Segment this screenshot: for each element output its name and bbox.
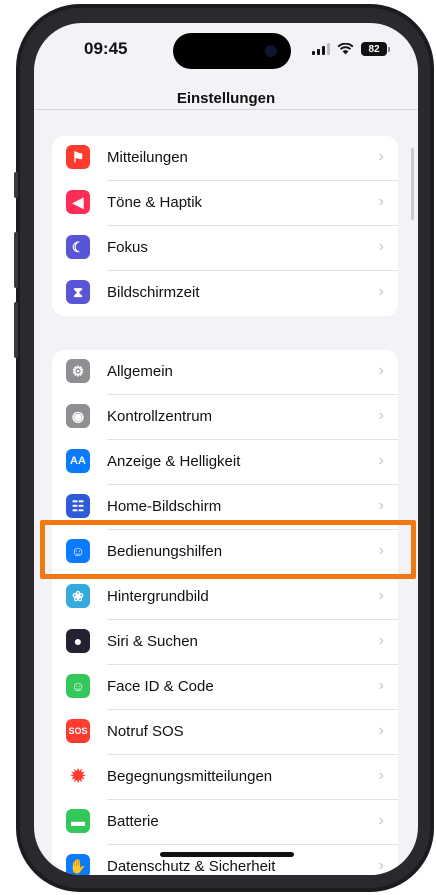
chevron-right-icon: › (378, 283, 384, 300)
settings-group-2: ⚙ Allgemein › ◉ Kontrollzentrum › AA Anzeige & … (52, 350, 398, 875)
home-indicator[interactable] (160, 852, 294, 857)
settings-row-label: Anzeige & Helligkeit (107, 453, 241, 470)
settings-row-focus-moon[interactable]: ☾ Fokus › (52, 226, 398, 271)
chevron-right-icon: › (378, 452, 384, 469)
nav-divider (34, 109, 418, 110)
settings-row-label: Siri & Suchen (107, 633, 198, 650)
chevron-right-icon: › (378, 677, 384, 694)
volume-up-button (14, 232, 18, 288)
settings-row-privacy-hand[interactable]: ✋ Datenschutz & Sicherheit › (52, 845, 398, 875)
settings-row-exposure-notifications[interactable]: ✹ Begegnungsmitteilungen › (52, 755, 398, 800)
notifications-icon: ⚑ (66, 145, 90, 169)
settings-row-label: Hintergrundbild (107, 588, 209, 605)
chevron-right-icon: › (378, 857, 384, 874)
sos-icon: SOS (66, 719, 90, 743)
general-gear-icon: ⚙ (66, 359, 90, 383)
home-screen-icon: ☷ (66, 494, 90, 518)
settings-row-wallpaper[interactable]: ❀ Hintergrundbild › (52, 575, 398, 620)
chevron-right-icon: › (378, 767, 384, 784)
siri-icon: ● (66, 629, 90, 653)
chevron-right-icon: › (378, 362, 384, 379)
settings-row-label: Notruf SOS (107, 723, 184, 740)
highlight-box (40, 520, 416, 579)
settings-row-general-gear[interactable]: ⚙ Allgemein › (52, 350, 398, 395)
exposure-notifications-icon: ✹ (66, 764, 90, 788)
settings-row-display-brightness[interactable]: AA Anzeige & Helligkeit › (52, 440, 398, 485)
scrollbar[interactable] (411, 148, 414, 220)
settings-row-label: Allgemein (107, 363, 173, 380)
display-brightness-icon: AA (66, 449, 90, 473)
settings-row-sos[interactable]: SOS Notruf SOS › (52, 710, 398, 755)
chevron-right-icon: › (378, 587, 384, 604)
dynamic-island (173, 33, 291, 69)
settings-row-screen-time-hourglass[interactable]: ⧗ Bildschirmzeit › (52, 271, 398, 316)
signal-icon (312, 43, 330, 55)
screen-time-hourglass-icon: ⧗ (66, 280, 90, 304)
chevron-right-icon: › (378, 812, 384, 829)
status-time: 09:45 (84, 39, 128, 58)
settings-row-label: Home-Bildschirm (107, 498, 222, 515)
settings-row-label: Datenschutz & Sicherheit (107, 858, 276, 875)
camera-icon (265, 45, 277, 57)
settings-group-1: ⚑ Mitteilungen › ◀ Töne & Haptik › ☾ Fokus › ⧗ Bil… (52, 136, 398, 316)
battery-level: 82 (361, 42, 387, 56)
settings-row-battery[interactable]: ▬ Batterie › (52, 800, 398, 845)
settings-row-sounds[interactable]: ◀ Töne & Haptik › (52, 181, 398, 226)
volume-down-button (14, 302, 18, 358)
settings-row-label: Töne & Haptik (107, 194, 203, 211)
settings-row-label: Batterie (107, 813, 159, 830)
settings-row-label: Fokus (107, 239, 148, 256)
settings-row-notifications[interactable]: ⚑ Mitteilungen › (52, 136, 398, 181)
status-icons: 82 (312, 42, 390, 56)
wifi-icon (337, 43, 354, 55)
settings-row-label: Mitteilungen (107, 149, 188, 166)
chevron-right-icon: › (378, 722, 384, 739)
status-bar: 09:45 82 (34, 23, 418, 73)
navigation-bar: Einstellungen (34, 85, 418, 117)
settings-row-siri[interactable]: ● Siri & Suchen › (52, 620, 398, 665)
settings-row-label: Kontrollzentrum (107, 408, 213, 425)
sounds-icon: ◀ (66, 190, 90, 214)
focus-moon-icon: ☾ (66, 235, 90, 259)
chevron-right-icon: › (378, 497, 384, 514)
chevron-right-icon: › (378, 148, 384, 165)
control-center-icon: ◉ (66, 404, 90, 428)
settings-row-label: Bildschirmzeit (107, 284, 200, 301)
action-button (14, 172, 18, 198)
chevron-right-icon: › (378, 193, 384, 210)
face-id-icon: ☺ (66, 674, 90, 698)
battery-icon: ▬ (66, 809, 90, 833)
settings-row-label: Begegnungsmitteilungen (107, 768, 273, 785)
settings-row-label: Face ID & Code (107, 678, 214, 695)
chevron-right-icon: › (378, 632, 384, 649)
wallpaper-icon: ❀ (66, 584, 90, 608)
chevron-right-icon: › (378, 238, 384, 255)
settings-row-control-center[interactable]: ◉ Kontrollzentrum › (52, 395, 398, 440)
chevron-right-icon: › (378, 407, 384, 424)
screen: 09:45 82 Einstellungen ⚑ Mitteilungen › ◀ Tö… (34, 23, 418, 875)
privacy-hand-icon: ✋ (66, 854, 90, 875)
settings-row-face-id[interactable]: ☺ Face ID & Code › (52, 665, 398, 710)
battery-tip-icon (388, 46, 390, 52)
